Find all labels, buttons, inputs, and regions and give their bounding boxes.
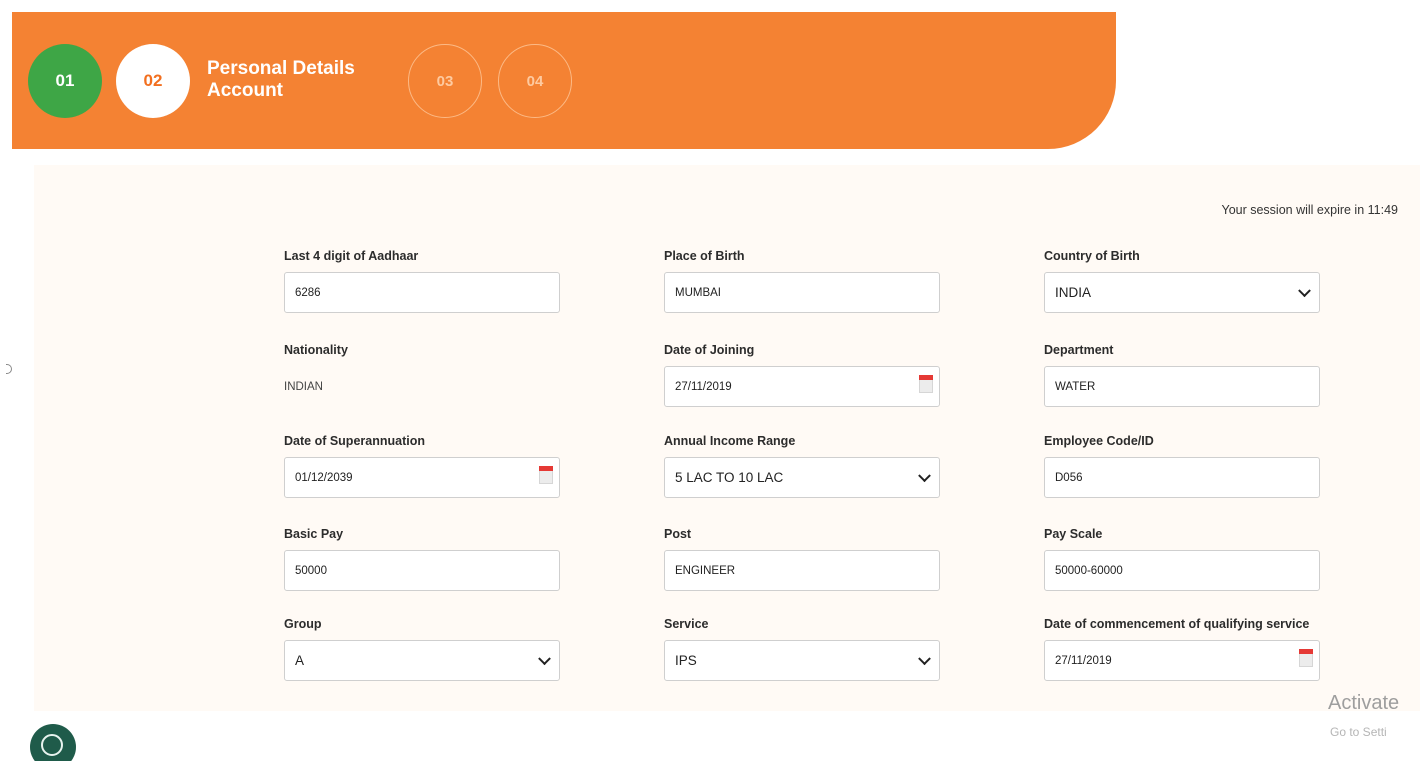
chevron-down-icon: [918, 651, 931, 665]
employee-code-label: Employee Code/ID: [1044, 434, 1154, 448]
date-of-joining-value: 27/11/2019: [675, 380, 732, 393]
pay-scale-input[interactable]: 50000-60000: [1044, 550, 1320, 591]
employee-code-input[interactable]: D056: [1044, 457, 1320, 498]
step-2-circle[interactable]: 02: [116, 44, 190, 118]
qualifying-service-date-label: Date of commencement of qualifying servi…: [1044, 617, 1310, 631]
place-of-birth-value: MUMBAI: [675, 286, 721, 299]
group-select[interactable]: A: [284, 640, 560, 681]
field-department: Department WATER: [1044, 341, 1320, 407]
field-country-of-birth: Country of Birth INDIA: [1044, 247, 1320, 313]
department-value: WATER: [1055, 380, 1096, 393]
field-service: Service IPS: [664, 615, 940, 681]
annual-income-range-select[interactable]: 5 LAC TO 10 LAC: [664, 457, 940, 498]
basic-pay-value: 50000: [295, 564, 327, 577]
chevron-down-icon: [918, 468, 931, 482]
activation-watermark-title: Activate: [1328, 692, 1400, 714]
department-label: Department: [1044, 343, 1114, 357]
field-date-of-joining: Date of Joining 27/11/2019: [664, 341, 940, 407]
pay-scale-label: Pay Scale: [1044, 527, 1103, 541]
field-post: Post ENGINEER: [664, 525, 940, 591]
aadhaar-input[interactable]: 6286: [284, 272, 560, 313]
cookie-icon[interactable]: [30, 724, 76, 761]
qualifying-service-date-value: 27/11/2019: [1055, 654, 1112, 667]
basic-pay-input[interactable]: 50000: [284, 550, 560, 591]
side-collapse-handle[interactable]: [6, 364, 12, 374]
active-step-title-line2: Account: [207, 80, 283, 101]
service-select[interactable]: IPS: [664, 640, 940, 681]
nationality-label: Nationality: [284, 343, 348, 357]
pay-scale-value: 50000-60000: [1055, 564, 1123, 577]
aadhaar-label: Last 4 digit of Aadhaar: [284, 249, 419, 263]
annual-income-range-value: 5 LAC TO 10 LAC: [675, 470, 784, 485]
calendar-icon[interactable]: [539, 466, 553, 484]
date-of-superannuation-input[interactable]: 01/12/2039: [284, 457, 560, 498]
calendar-icon[interactable]: [1299, 649, 1313, 667]
place-of-birth-input[interactable]: MUMBAI: [664, 272, 940, 313]
field-basic-pay: Basic Pay 50000: [284, 525, 560, 591]
post-input[interactable]: ENGINEER: [664, 550, 940, 591]
date-of-joining-label: Date of Joining: [664, 343, 755, 357]
page: 01 02 Personal Details Account 03 04 You…: [0, 0, 1420, 761]
chevron-down-icon: [538, 651, 551, 665]
activation-watermark-subtitle: Go to Setti: [1330, 725, 1387, 739]
step-1-circle[interactable]: 01: [28, 44, 102, 118]
department-input[interactable]: WATER: [1044, 366, 1320, 407]
chevron-down-icon: [1298, 283, 1311, 297]
active-step-title: Personal Details Account: [207, 58, 355, 102]
qualifying-service-date-input[interactable]: 27/11/2019: [1044, 640, 1320, 681]
field-qualifying-service-date: Date of commencement of qualifying servi…: [1044, 615, 1320, 681]
field-annual-income-range: Annual Income Range 5 LAC TO 10 LAC: [664, 432, 940, 498]
step-3-circle[interactable]: 03: [408, 44, 482, 118]
field-place-of-birth: Place of Birth MUMBAI: [664, 247, 940, 313]
session-timer: Your session will expire in 11:49: [1221, 203, 1399, 217]
country-of-birth-select[interactable]: INDIA: [1044, 272, 1320, 313]
basic-pay-label: Basic Pay: [284, 527, 344, 541]
group-label: Group: [284, 617, 322, 631]
step-4-circle[interactable]: 04: [498, 44, 572, 118]
country-of-birth-label: Country of Birth: [1044, 249, 1140, 263]
date-of-joining-input[interactable]: 27/11/2019: [664, 366, 940, 407]
date-of-superannuation-label: Date of Superannuation: [284, 434, 425, 448]
field-date-of-superannuation: Date of Superannuation 01/12/2039: [284, 432, 560, 498]
place-of-birth-label: Place of Birth: [664, 249, 745, 263]
field-nationality: Nationality INDIAN: [284, 341, 560, 407]
stepper-header: 01 02 Personal Details Account 03 04: [12, 12, 1116, 149]
field-aadhaar: Last 4 digit of Aadhaar 6286: [284, 247, 560, 313]
country-of-birth-value: INDIA: [1055, 285, 1092, 300]
aadhaar-value: 6286: [295, 286, 321, 299]
field-group: Group A: [284, 615, 560, 681]
nationality-value: INDIAN: [284, 380, 323, 393]
group-value: A: [295, 653, 305, 668]
date-of-superannuation-value: 01/12/2039: [295, 471, 353, 484]
service-label: Service: [664, 617, 709, 631]
field-employee-code: Employee Code/ID D056: [1044, 432, 1320, 498]
post-label: Post: [664, 527, 692, 541]
post-value: ENGINEER: [675, 564, 736, 577]
annual-income-range-label: Annual Income Range: [664, 434, 796, 448]
service-value: IPS: [675, 653, 697, 668]
employee-code-value: D056: [1055, 471, 1083, 484]
active-step-title-line1: Personal Details: [207, 58, 355, 79]
calendar-icon[interactable]: [919, 375, 933, 393]
field-pay-scale: Pay Scale 50000-60000: [1044, 525, 1320, 591]
